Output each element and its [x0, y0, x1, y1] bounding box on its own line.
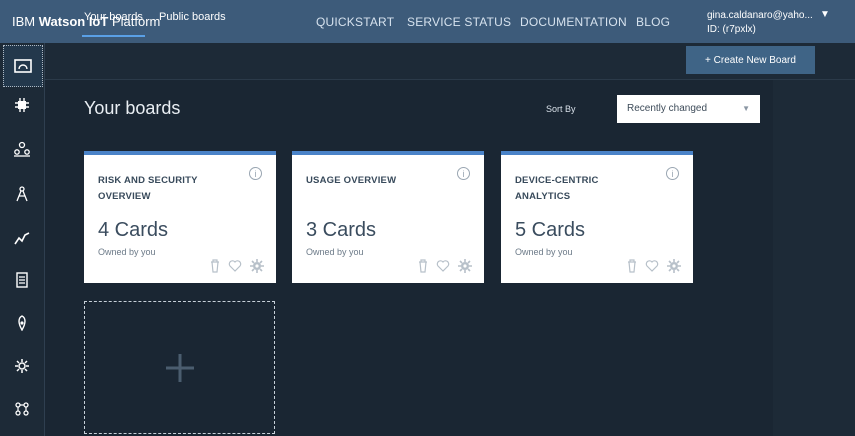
sidebar-item-security[interactable] [0, 303, 44, 343]
card-count: 4 Cards [98, 219, 169, 241]
card-title: RISK AND SECURITY OVERVIEW [98, 175, 198, 202]
create-new-board-button[interactable]: + Create New Board [686, 46, 815, 74]
tab-public-boards[interactable]: Public boards [159, 11, 226, 23]
trash-icon[interactable] [627, 259, 637, 273]
usage-chart-icon [14, 232, 30, 245]
boards-icon [14, 59, 32, 73]
card-owner: Owned by you [515, 247, 573, 257]
sort-selected-value: Recently changed [627, 103, 708, 114]
sidebar-item-settings[interactable] [0, 346, 44, 386]
gear-icon[interactable] [250, 259, 264, 273]
extensions-icon [15, 402, 29, 416]
sidebar-item-boards[interactable] [3, 45, 43, 87]
card-actions [627, 259, 681, 273]
compass-icon [16, 186, 28, 202]
sidebar-item-devices[interactable] [0, 85, 44, 125]
card-count: 3 Cards [306, 219, 377, 241]
tab-your-boards[interactable]: Your boards [82, 11, 145, 37]
trash-icon[interactable] [210, 259, 220, 273]
info-icon[interactable]: i [249, 167, 262, 180]
card-owner: Owned by you [98, 247, 156, 257]
card-actions [210, 259, 264, 273]
card-title: USAGE OVERVIEW [306, 175, 397, 186]
info-icon[interactable]: i [457, 167, 470, 180]
brand-ibm: IBM [12, 14, 36, 29]
document-icon [16, 272, 28, 288]
gear-icon[interactable] [667, 259, 681, 273]
sidebar [0, 43, 45, 436]
members-icon [14, 141, 30, 157]
gear-icon[interactable] [458, 259, 472, 273]
sort-by-label: Sort By [546, 104, 576, 114]
security-icon [18, 315, 26, 331]
chevron-down-icon[interactable]: ▼ [820, 9, 830, 20]
sidebar-item-usage[interactable] [0, 218, 44, 258]
sidebar-item-members[interactable] [0, 129, 44, 169]
board-card[interactable]: DEVICE-CENTRIC ANALYTICS i 5 Cards Owned… [501, 151, 693, 283]
add-board-placeholder[interactable] [84, 301, 275, 434]
nav-service-status[interactable]: SERVICE STATUS [407, 15, 511, 29]
card-owner: Owned by you [306, 247, 364, 257]
board-card[interactable]: USAGE OVERVIEW i 3 Cards Owned by you [292, 151, 484, 283]
chevron-down-icon: ▼ [742, 104, 750, 113]
user-id: ID: (r7pxlx) [707, 24, 756, 35]
devices-icon [15, 98, 29, 112]
heart-icon[interactable] [436, 260, 450, 272]
user-menu[interactable]: gina.caldanaro@yaho... ID: (r7pxlx) [707, 9, 813, 37]
trash-icon[interactable] [418, 259, 428, 273]
nav-documentation[interactable]: DOCUMENTATION [520, 15, 627, 29]
heart-icon[interactable] [228, 260, 242, 272]
nav-quickstart[interactable]: QUICKSTART [316, 15, 394, 29]
card-actions [418, 259, 472, 273]
heart-icon[interactable] [645, 260, 659, 272]
card-count: 5 Cards [515, 219, 586, 241]
sidebar-item-apps[interactable] [0, 174, 44, 214]
card-title: DEVICE-CENTRIC ANALYTICS [515, 175, 599, 202]
sidebar-item-rules[interactable] [0, 260, 44, 300]
gear-icon [15, 359, 29, 373]
sort-by-select[interactable]: Recently changed ▼ [617, 95, 760, 123]
info-icon[interactable]: i [666, 167, 679, 180]
sidebar-item-extensions[interactable] [0, 389, 44, 429]
plus-icon [165, 353, 194, 382]
user-email: gina.caldanaro@yaho... [707, 10, 813, 21]
page-title: Your boards [84, 98, 181, 118]
nav-blog[interactable]: BLOG [636, 15, 670, 29]
board-card[interactable]: RISK AND SECURITY OVERVIEW i 4 Cards Own… [84, 151, 276, 283]
